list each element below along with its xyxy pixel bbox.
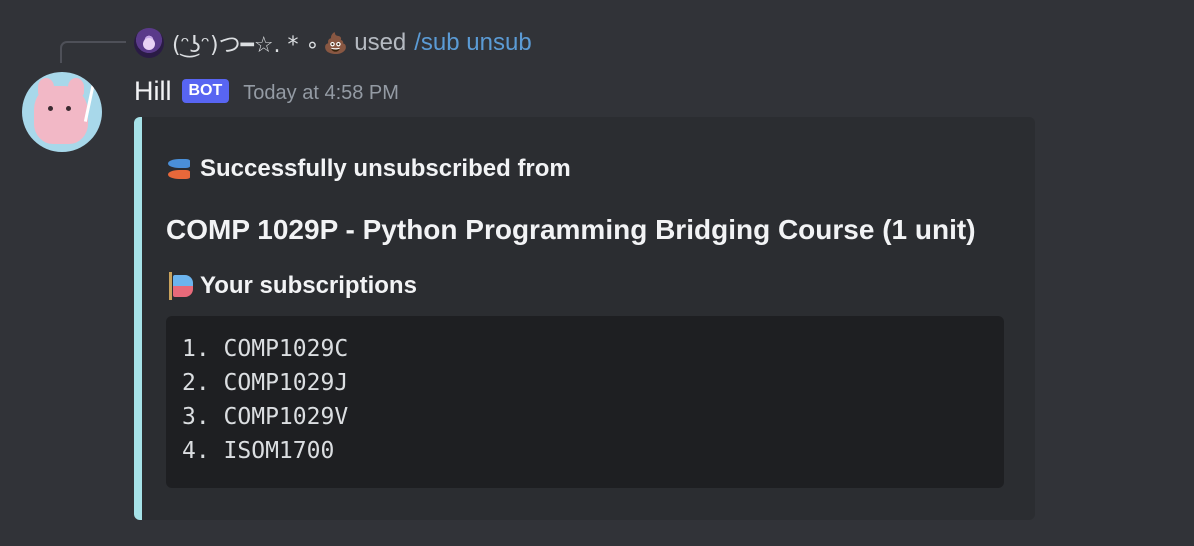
author-name[interactable]: Hill (134, 76, 172, 107)
used-label: used (354, 29, 407, 56)
invoker-username[interactable]: (ᵔ͜ʖᵔ)つ━☆. * ∘ (172, 27, 319, 59)
bot-tag-badge: BOT (181, 79, 230, 103)
embed-author: Successfully unsubscribed from (166, 155, 571, 183)
koinobori-fish-icon (166, 155, 194, 183)
carp-streamer-flag-icon (166, 272, 194, 300)
command-interaction-header: (ᵔ͜ʖᵔ)つ━☆. * ∘ 💩 used /sub unsub (134, 28, 532, 58)
embed-card: Successfully unsubscribed from COMP 1029… (134, 117, 1035, 520)
embed-field-name: Your subscriptions (166, 272, 417, 300)
list-item: 1. COMP1029C (182, 336, 349, 362)
list-item: 4. ISOM1700 (182, 438, 335, 464)
bot-avatar[interactable] (22, 72, 102, 152)
subscriptions-code-block: 1. COMP1029C 2. COMP1029J 3. COMP1029V 4… (166, 316, 1004, 488)
poop-emoji-icon: 💩 (323, 32, 349, 55)
list-item: 2. COMP1029J (182, 370, 349, 396)
chat-message: (ᵔ͜ʖᵔ)つ━☆. * ∘ 💩 used /sub unsub Hill BO… (0, 0, 1194, 546)
slash-command-link[interactable]: /sub unsub (414, 29, 531, 57)
embed-field-name-text: Your subscriptions (200, 272, 417, 299)
message-header: Hill BOT Today at 4:58 PM (134, 74, 399, 108)
embed-title: COMP 1029P - Python Programming Bridging… (166, 214, 976, 245)
invoker-avatar[interactable] (134, 28, 164, 58)
reply-spine (60, 41, 126, 63)
message-timestamp[interactable]: Today at 4:58 PM (243, 82, 399, 105)
list-item: 3. COMP1029V (182, 404, 349, 430)
embed-author-text: Successfully unsubscribed from (200, 155, 571, 182)
